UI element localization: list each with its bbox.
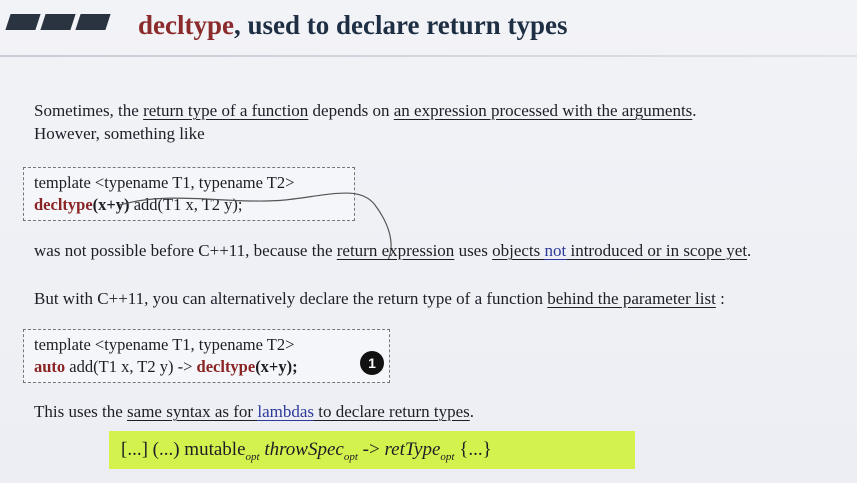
paragraph-3: But with C++11, you can alternatively de… — [34, 289, 725, 309]
underlined-text: return type of a function — [143, 101, 309, 120]
syntax-text: {...} — [454, 439, 492, 460]
code-keyword: decltype — [196, 357, 256, 376]
code-block-2: template <typename T1, typename T2> auto… — [23, 329, 390, 383]
syntax-italic: throwSpec — [264, 439, 344, 460]
marker-badge: 1 — [360, 351, 384, 375]
title-keyword: decltype — [138, 10, 234, 40]
paragraph-1-line-1: Sometimes, the return type of a function… — [34, 101, 697, 121]
code-args: (x+y); — [255, 357, 298, 376]
code-keyword: decltype — [34, 195, 93, 214]
text: . — [469, 402, 475, 421]
syntax-italic: retType — [384, 439, 441, 460]
slide-title: decltype, used to declare return types — [138, 10, 567, 41]
underlined-text: behind the parameter list — [547, 289, 716, 308]
opt-subscript: opt — [343, 450, 358, 463]
underlined-text: introduced or in scope yet — [566, 241, 748, 260]
text: . — [747, 241, 752, 260]
underlined-text: return expression — [336, 241, 455, 260]
syntax-arrow: -> — [357, 439, 385, 460]
code-line: auto add(T1 x, T2 y) -> decltype(x+y); — [34, 356, 379, 378]
bar-shape — [5, 14, 41, 30]
numbered-marker: 1 — [352, 351, 384, 375]
title-divider — [0, 55, 857, 57]
underlined-blue-text: not — [544, 241, 567, 260]
code-args: (x+y) — [92, 195, 130, 214]
code-line: template <typename T1, typename T2> — [34, 335, 295, 354]
paragraph-1-line-2: However, something like — [34, 124, 205, 143]
title-rest: , used to declare return types — [233, 10, 568, 40]
code-line: decltype(x+y) add(T1 x, T2 y); — [34, 194, 344, 216]
slide: decltype, used to declare return types S… — [0, 0, 857, 483]
lambda-syntax-box: [...] (...) mutableopt throwSpecopt -> r… — [109, 431, 635, 469]
text: depends on — [308, 101, 394, 120]
text: Sometimes, the — [34, 101, 144, 120]
code-line: template <typename T1, typename T2> — [34, 173, 295, 192]
code-text: add(T1 x, T2 y) -> — [65, 357, 197, 376]
text: was not possible before C++11, because t… — [34, 241, 337, 260]
opt-subscript: opt — [245, 450, 260, 463]
code-text: add(T1 x, T2 y); — [129, 195, 243, 214]
text: But with C++11, you can alternatively de… — [34, 289, 548, 308]
text: . — [692, 101, 697, 120]
paragraph-4: This uses the same syntax as for lambdas… — [34, 402, 474, 422]
code-block-1: template <typename T1, typename T2> decl… — [23, 167, 355, 221]
underlined-text: objects — [492, 241, 545, 260]
text: uses — [454, 241, 493, 260]
syntax-text: [...] (...) mutable — [121, 439, 246, 460]
opt-subscript: opt — [440, 450, 455, 463]
paragraph-2: was not possible before C++11, because t… — [34, 241, 751, 261]
text: This uses the — [34, 402, 128, 421]
underlined-text: an expression processed with the argumen… — [393, 101, 693, 120]
underlined-text: to declare return types — [314, 402, 470, 421]
text: : — [715, 289, 725, 308]
bar-shape — [40, 14, 76, 30]
underlined-blue-text: lambdas — [257, 402, 314, 421]
title-bars-decoration — [5, 14, 111, 30]
underlined-text: same syntax as for — [127, 402, 258, 421]
bar-shape — [75, 14, 111, 30]
code-keyword: auto — [34, 357, 66, 376]
